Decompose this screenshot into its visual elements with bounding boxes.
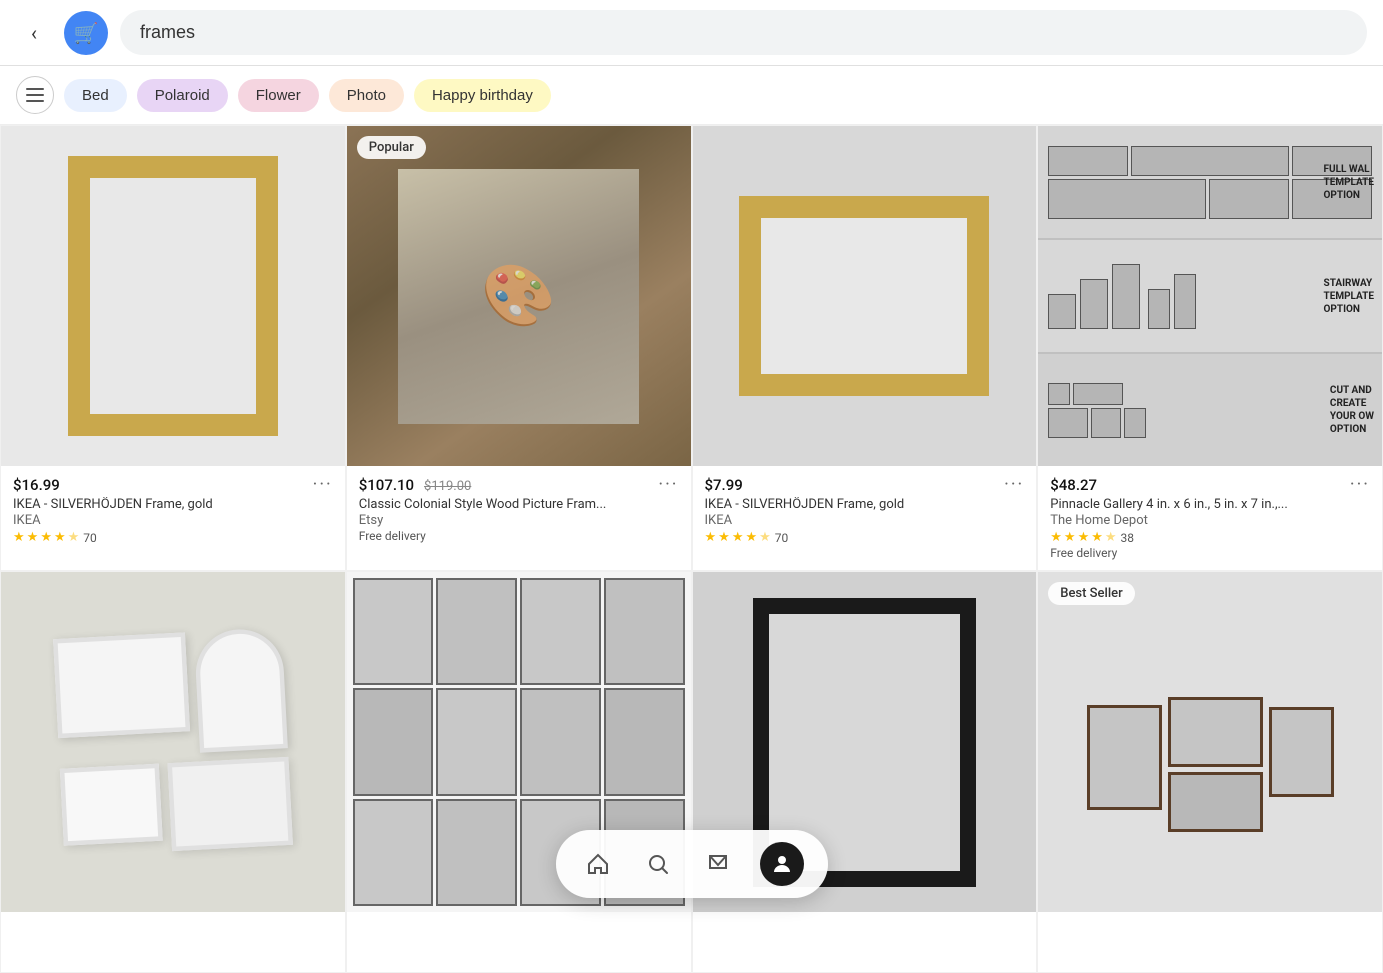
product-name-4: Pinnacle Gallery 4 in. x 6 in., 5 in. x … xyxy=(1050,497,1370,512)
review-count-3: 70 xyxy=(775,531,789,545)
product-card-8[interactable]: Best Seller xyxy=(1037,571,1383,973)
profile-icon xyxy=(770,852,794,876)
product-info-4: $48.27 ··· Pinnacle Gallery 4 in. x 6 in… xyxy=(1038,466,1382,570)
product-card-6[interactable] xyxy=(346,571,692,973)
product-delivery-2: Free delivery xyxy=(359,529,679,543)
full-wall-label: FULL WALTEMPLATEOPTION xyxy=(1324,163,1374,202)
more-options-3[interactable]: ··· xyxy=(1004,474,1024,495)
product-price-2: $107.10 xyxy=(359,476,414,494)
filter-button[interactable] xyxy=(16,76,54,114)
chip-birthday[interactable]: Happy birthday xyxy=(414,79,551,112)
product-info-1: $16.99 ··· IKEA - SILVERHÖJDEN Frame, go… xyxy=(1,466,345,555)
chip-photo[interactable]: Photo xyxy=(329,79,404,112)
product-card-4[interactable]: FULL WALTEMPLATEOPTION STAIRWAYTEMPLATEO… xyxy=(1037,125,1383,571)
cut-create-label: CUT ANDCREATEYOUR OWOPTION xyxy=(1330,384,1374,436)
more-options-2[interactable]: ··· xyxy=(658,474,678,495)
search-nav-button[interactable] xyxy=(640,846,676,882)
best-seller-badge-8: Best Seller xyxy=(1048,582,1134,605)
product-info-2: $107.10 $119.00 ··· Classic Colonial Sty… xyxy=(347,466,691,553)
bottom-navigation xyxy=(556,830,828,898)
product-store-3: IKEA xyxy=(705,513,1025,528)
product-name-3: IKEA - SILVERHÖJDEN Frame, gold xyxy=(705,497,1025,512)
more-options-1[interactable]: ··· xyxy=(313,474,333,495)
product-rating-3: ★★★★★ 70 xyxy=(705,530,1025,545)
product-image-5 xyxy=(1,572,345,912)
product-card-7[interactable] xyxy=(692,571,1038,973)
stairway-panel: STAIRWAYTEMPLATEOPTION xyxy=(1038,240,1382,354)
product-store-2: Etsy xyxy=(359,513,679,528)
product-card-1[interactable]: $16.99 ··· IKEA - SILVERHÖJDEN Frame, go… xyxy=(0,125,346,571)
chip-flower[interactable]: Flower xyxy=(238,79,319,112)
product-price-3: $7.99 xyxy=(705,476,743,494)
product-price-old-2: $119.00 xyxy=(424,479,471,494)
message-icon xyxy=(706,852,730,876)
product-store-4: The Home Depot xyxy=(1050,513,1370,528)
more-options-4[interactable]: ··· xyxy=(1350,474,1370,495)
search-nav-icon xyxy=(646,852,670,876)
product-image-8: Best Seller xyxy=(1038,572,1382,912)
full-wall-panel: FULL WALTEMPLATEOPTION xyxy=(1038,126,1382,240)
stairway-label: STAIRWAYTEMPLATEOPTION xyxy=(1324,277,1374,316)
home-nav-button[interactable] xyxy=(580,846,616,882)
product-image-2: 🎨 Popular xyxy=(347,126,691,466)
product-info-3: $7.99 ··· IKEA - SILVERHÖJDEN Frame, gol… xyxy=(693,466,1037,555)
chip-bed[interactable]: Bed xyxy=(64,79,127,112)
profile-nav-button[interactable] xyxy=(760,842,804,886)
product-price-4: $48.27 xyxy=(1050,476,1097,494)
product-price-1: $16.99 xyxy=(13,476,60,494)
product-card-2[interactable]: 🎨 Popular $107.10 $119.00 ··· Classic Co… xyxy=(346,125,692,571)
cart-icon[interactable]: 🛒 xyxy=(64,11,108,55)
product-card-3[interactable]: $7.99 ··· IKEA - SILVERHÖJDEN Frame, gol… xyxy=(692,125,1038,571)
back-button[interactable]: ‹ xyxy=(16,15,52,51)
product-store-1: IKEA xyxy=(13,513,333,528)
header: ‹ 🛒 xyxy=(0,0,1383,66)
product-image-3 xyxy=(693,126,1037,466)
search-input[interactable] xyxy=(120,10,1367,55)
product-rating-4: ★★★★★ 38 xyxy=(1050,530,1370,545)
product-image-1 xyxy=(1,126,345,466)
filter-chips-row: Bed Polaroid Flower Photo Happy birthday xyxy=(0,66,1383,125)
chip-polaroid[interactable]: Polaroid xyxy=(137,79,228,112)
home-icon xyxy=(586,852,610,876)
product-name-1: IKEA - SILVERHÖJDEN Frame, gold xyxy=(13,497,333,512)
review-count-4: 38 xyxy=(1121,531,1135,545)
cut-create-panel: CUT ANDCREATEYOUR OWOPTION xyxy=(1038,354,1382,466)
product-card-5[interactable] xyxy=(0,571,346,973)
popular-badge-2: Popular xyxy=(357,136,426,159)
product-delivery-4: Free delivery xyxy=(1050,546,1370,560)
message-nav-button[interactable] xyxy=(700,846,736,882)
product-rating-1: ★★★★★ 70 xyxy=(13,530,333,545)
filter-icon xyxy=(26,88,44,102)
review-count-1: 70 xyxy=(83,531,97,545)
product-name-2: Classic Colonial Style Wood Picture Fram… xyxy=(359,497,679,512)
